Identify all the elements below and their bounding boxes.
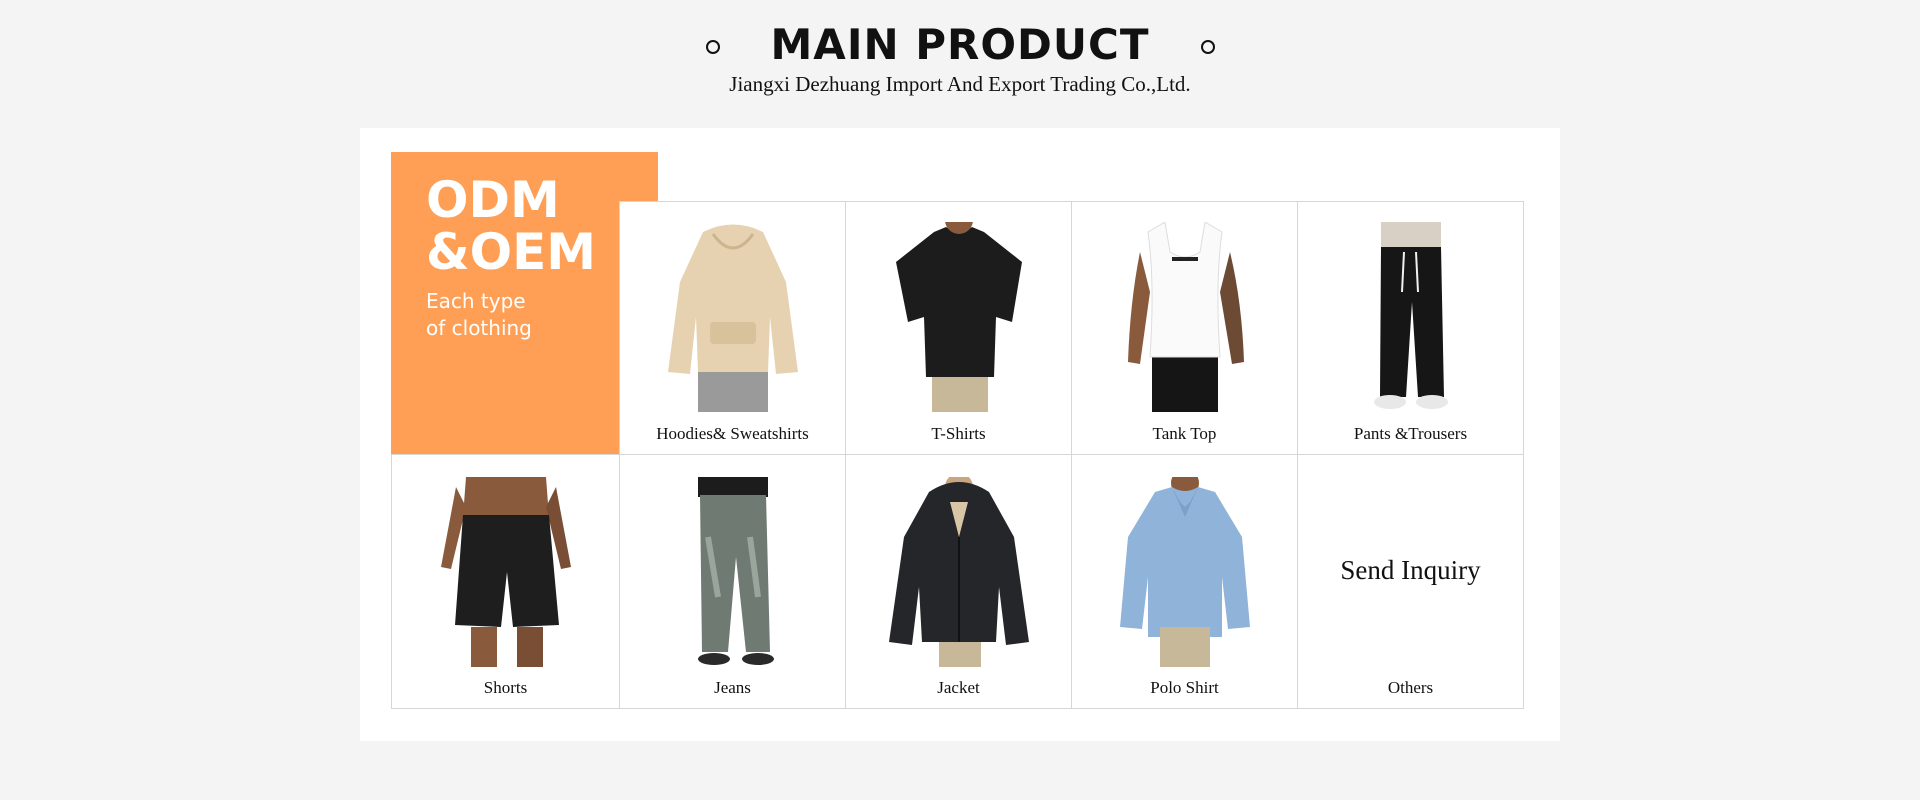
product-card-others[interactable]: Send Inquiry Others [1297, 454, 1524, 709]
product-label: Hoodies& Sweatshirts [656, 424, 809, 443]
product-card-polo[interactable]: Polo Shirt [1071, 454, 1298, 709]
product-label: Shorts [483, 678, 528, 697]
product-card-tanktop[interactable]: Tank Top [1071, 201, 1298, 455]
company-name: Jiangxi Dezhuang Import And Export Tradi… [729, 72, 1191, 96]
product-grid: Hoodies& Sweatshirts T-Shirts Tank Top P… [391, 201, 1524, 709]
hoodie-image [667, 224, 798, 412]
decorative-circle-icon [1201, 40, 1215, 54]
product-card-tshirts[interactable]: T-Shirts [845, 201, 1072, 455]
send-inquiry-button[interactable]: Send Inquiry [1298, 555, 1523, 586]
page-header: MAIN PRODUCT Jiangxi Dezhuang Import And… [0, 0, 1920, 110]
page-title: MAIN PRODUCT [770, 20, 1150, 69]
jacket-image [888, 477, 1029, 667]
product-card-shorts[interactable]: Shorts [391, 454, 620, 709]
product-label: Pants &Trousers [1353, 424, 1468, 443]
product-card-hoodies[interactable]: Hoodies& Sweatshirts [619, 201, 846, 455]
product-label: Jacket [937, 678, 980, 697]
product-label: T-Shirts [931, 424, 986, 443]
tshirt-image [895, 222, 1022, 412]
product-label: Jeans [714, 678, 751, 697]
product-label: Polo Shirt [1150, 678, 1219, 697]
pants-image [1373, 222, 1448, 409]
shorts-image [440, 477, 571, 667]
product-card-jeans[interactable]: Jeans [619, 454, 846, 709]
product-card-pants[interactable]: Pants &Trousers [1297, 201, 1524, 455]
jeans-image [697, 477, 774, 665]
polo-shirt-image [1119, 477, 1250, 667]
product-card-jacket[interactable]: Jacket [845, 454, 1072, 709]
tanktop-image [1127, 222, 1244, 412]
product-label: Tank Top [1152, 424, 1217, 443]
product-label: Others [1387, 678, 1434, 697]
